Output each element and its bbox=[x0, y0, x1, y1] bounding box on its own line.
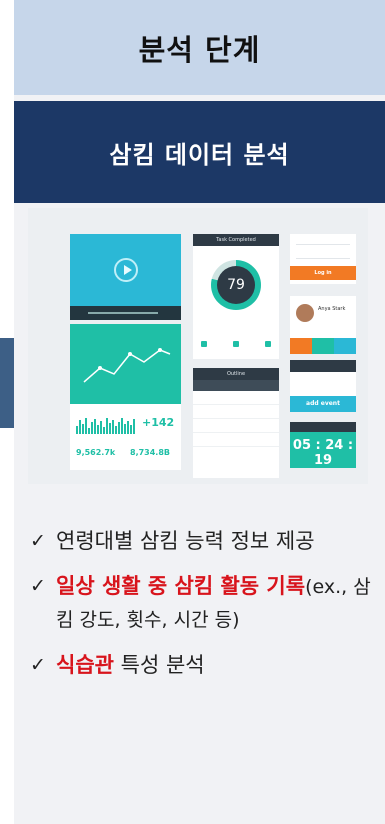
task-completed-card: Task Completed 79 bbox=[193, 234, 279, 359]
app-ui-mockup-image: +142 9,562.7k 8,734.8B Task Completed 79… bbox=[28, 208, 368, 484]
task-title: Task Completed bbox=[193, 234, 279, 246]
line-graph-icon bbox=[83, 348, 171, 383]
stat-change: +142 bbox=[142, 416, 175, 429]
countdown-card: 05 : 24 : 19 bbox=[290, 422, 356, 468]
analysis-panel: 분석 단계 삼킴 데이터 분석 +142 9,562.7k 8,734.8B T… bbox=[14, 0, 385, 824]
list-item: ✓ 연령대별 삼킴 능력 정보 제공 bbox=[30, 525, 380, 557]
menu-row bbox=[193, 433, 279, 447]
countdown-header bbox=[290, 422, 356, 432]
menu-selected-row bbox=[193, 380, 279, 391]
calendar-header bbox=[290, 360, 356, 372]
calendar-card: add event bbox=[290, 360, 356, 412]
panel-header: 분석 단계 bbox=[14, 0, 385, 95]
list-item: ✓ 일상 생활 중 삼킴 활동 기록(ex., 삼킴 강도, 횟수, 시간 등) bbox=[30, 570, 380, 636]
username-field bbox=[296, 244, 350, 245]
stat-right: 8,734.8B bbox=[130, 448, 171, 457]
bar-sparkline-icon bbox=[76, 418, 135, 434]
video-progress bbox=[88, 312, 158, 314]
menu-row bbox=[193, 405, 279, 419]
list-item-detail: 특성 분석 bbox=[113, 653, 205, 677]
outline-menu-card: Outline bbox=[193, 368, 279, 478]
panel-subheader: 삼킴 데이터 분석 bbox=[14, 101, 385, 203]
check-icon: ✓ bbox=[30, 575, 46, 597]
stats-card: +142 9,562.7k 8,734.8B bbox=[70, 404, 181, 470]
check-icon: ✓ bbox=[30, 530, 46, 552]
avatar bbox=[296, 304, 314, 322]
outline-title: Outline bbox=[193, 368, 279, 380]
add-event-button: add event bbox=[290, 396, 356, 412]
menu-row bbox=[193, 419, 279, 433]
password-field bbox=[296, 258, 350, 259]
stat-left: 9,562.7k bbox=[76, 448, 116, 457]
progress-ring: 79 bbox=[211, 260, 261, 310]
video-player-card bbox=[70, 234, 181, 320]
login-button: Log in bbox=[290, 266, 356, 280]
panel-subtitle: 삼킴 데이터 분석 bbox=[109, 140, 290, 169]
list-item: ✓ 식습관 특성 분석 bbox=[30, 649, 380, 681]
list-item-highlight: 일상 생활 중 삼킴 활동 기록 bbox=[56, 574, 306, 598]
profile-name: Anya Stark bbox=[318, 306, 346, 312]
panel-title: 분석 단계 bbox=[138, 32, 261, 67]
list-item-highlight: 식습관 bbox=[56, 653, 114, 677]
list-item-text: 연령대별 삼킴 능력 정보 제공 bbox=[56, 529, 315, 553]
side-tab-marker bbox=[0, 338, 14, 428]
check-icon: ✓ bbox=[30, 654, 46, 676]
feature-list: ✓ 연령대별 삼킴 능력 정보 제공 ✓ 일상 생활 중 삼킴 활동 기록(ex… bbox=[30, 525, 380, 694]
profile-action-row bbox=[290, 338, 356, 354]
login-card: Log in bbox=[290, 234, 356, 284]
line-graph-card bbox=[70, 324, 181, 404]
countdown-timer: 05 : 24 : 19 bbox=[292, 438, 354, 468]
progress-value: 79 bbox=[217, 266, 255, 304]
task-footer-icons bbox=[201, 341, 271, 347]
play-icon bbox=[114, 258, 138, 282]
profile-card: Anya Stark bbox=[290, 296, 356, 354]
menu-row bbox=[193, 391, 279, 405]
